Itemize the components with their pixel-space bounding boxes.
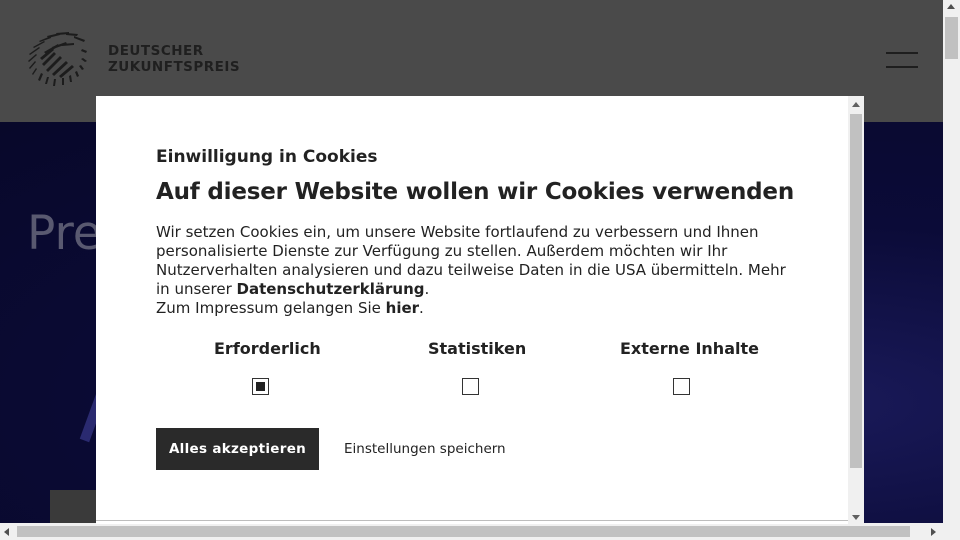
body-text-part2: . <box>424 280 430 298</box>
logo-line-2: ZUKUNFTSPREIS <box>108 59 241 75</box>
scrollbar-thumb[interactable] <box>945 17 958 59</box>
dialog-heading: Auf dieser Website wollen wir Cookies ve… <box>156 179 794 205</box>
deutscher-zukunftspreis-logo[interactable]: DEUTSCHER ZUKUNFTSPREIS <box>24 28 240 88</box>
dialog-scrollbar[interactable] <box>848 96 864 524</box>
logo-swirl-icon <box>28 32 87 86</box>
dialog-scroll-up-icon[interactable] <box>852 102 860 107</box>
page-vertical-scrollbar[interactable] <box>943 0 960 540</box>
category-label-external: Externe Inhalte <box>620 339 759 358</box>
page-horizontal-scrollbar[interactable] <box>0 523 943 540</box>
imprint-text: Zum Impressum gelangen Sie <box>156 299 386 317</box>
privacy-policy-link[interactable]: Datenschutzerklärung <box>237 280 425 298</box>
imprint-end: . <box>419 299 424 317</box>
scroll-left-arrow-icon[interactable] <box>4 528 9 536</box>
hero-title: Pre <box>27 206 102 261</box>
dialog-scrollbar-thumb[interactable] <box>850 114 862 468</box>
dialog-body: Wir setzen Cookies ein, um unsere Websit… <box>156 223 796 318</box>
dialog-scroll-down-icon[interactable] <box>852 515 860 520</box>
accept-all-button[interactable]: Alles akzeptieren <box>156 428 319 470</box>
dialog-eyebrow: Einwilligung in Cookies <box>156 147 378 167</box>
hamburger-menu-icon[interactable] <box>886 52 918 70</box>
scrollbar-thumb[interactable] <box>17 526 910 537</box>
cookie-consent-dialog: Einwilligung in Cookies Auf dieser Websi… <box>96 96 864 524</box>
dialog-divider <box>96 520 848 521</box>
save-settings-button[interactable]: Einstellungen speichern <box>344 428 506 470</box>
checkbox-required[interactable] <box>252 378 269 395</box>
category-label-required: Erforderlich <box>214 339 321 358</box>
checkbox-statistics[interactable] <box>462 378 479 395</box>
scroll-up-arrow-icon[interactable] <box>947 4 955 9</box>
logo-wordmark: DEUTSCHER ZUKUNFTSPREIS <box>108 43 240 75</box>
scroll-right-arrow-icon[interactable] <box>931 528 936 536</box>
imprint-link[interactable]: hier <box>386 299 419 317</box>
category-label-statistics: Statistiken <box>428 339 527 358</box>
logo-line-1: DEUTSCHER <box>108 43 204 59</box>
checkbox-external-content[interactable] <box>673 378 690 395</box>
